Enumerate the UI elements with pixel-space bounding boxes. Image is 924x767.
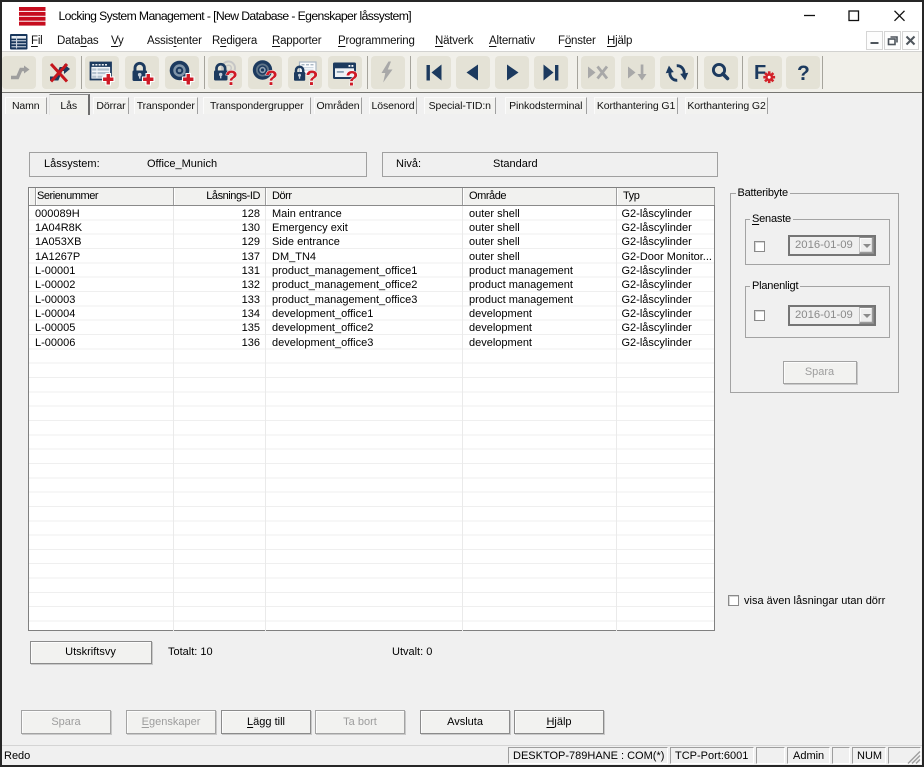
svg-text:?: ? — [265, 67, 278, 86]
svg-text:?: ? — [225, 67, 238, 86]
svg-text:?: ? — [306, 67, 319, 86]
svg-text:?: ? — [797, 62, 810, 85]
svg-text:?: ? — [346, 68, 359, 87]
svg-text:F: F — [754, 62, 766, 84]
